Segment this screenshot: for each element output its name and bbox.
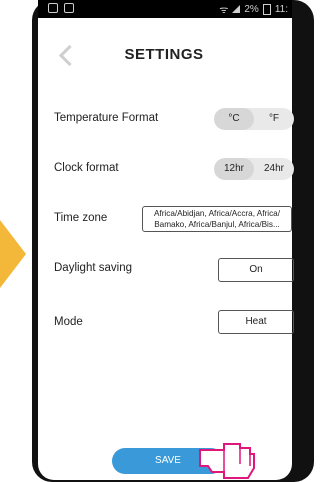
signal-icon	[232, 5, 241, 13]
temperature-format-toggle[interactable]: °C °F	[214, 108, 294, 130]
daylight-saving-button[interactable]: On	[218, 258, 294, 282]
mode-button[interactable]: Heat	[218, 310, 294, 334]
mode-label: Mode	[54, 316, 83, 328]
time-zone-select[interactable]: Africa/Abidjan, Africa/Accra, Africa/ Ba…	[142, 206, 292, 232]
time-zone-label: Time zone	[54, 212, 108, 224]
app-notification-icon	[64, 3, 74, 13]
temperature-format-label: Temperature Format	[54, 112, 159, 124]
time-zone-value-line1: Africa/Abidjan, Africa/Accra, Africa/	[153, 209, 281, 218]
wifi-icon: ᯤ	[219, 5, 229, 16]
page-title: SETTINGS	[124, 46, 204, 63]
clock-format-toggle[interactable]: 12hr 24hr	[214, 158, 294, 180]
time-zone-value-line2: Bamako, Africa/Banjul, Africa/Bis...	[154, 220, 280, 229]
pointing-hand-icon	[199, 443, 255, 479]
battery-icon	[262, 3, 271, 15]
status-bar: ᯤ 2% 11:	[38, 0, 292, 18]
daylight-saving-label: Daylight saving	[54, 262, 132, 274]
app-screen	[38, 18, 292, 480]
status-time: 11:	[274, 3, 288, 15]
battery-percent: 2%	[244, 3, 259, 15]
fahrenheit-option[interactable]: °F	[254, 108, 294, 130]
decorative-arrow-icon	[0, 220, 26, 288]
clock-12hr-option[interactable]: 12hr	[214, 158, 254, 180]
gallery-notification-icon	[48, 3, 58, 13]
celsius-option[interactable]: °C	[214, 108, 254, 130]
clock-format-label: Clock format	[54, 162, 119, 174]
clock-24hr-option[interactable]: 24hr	[254, 158, 294, 180]
